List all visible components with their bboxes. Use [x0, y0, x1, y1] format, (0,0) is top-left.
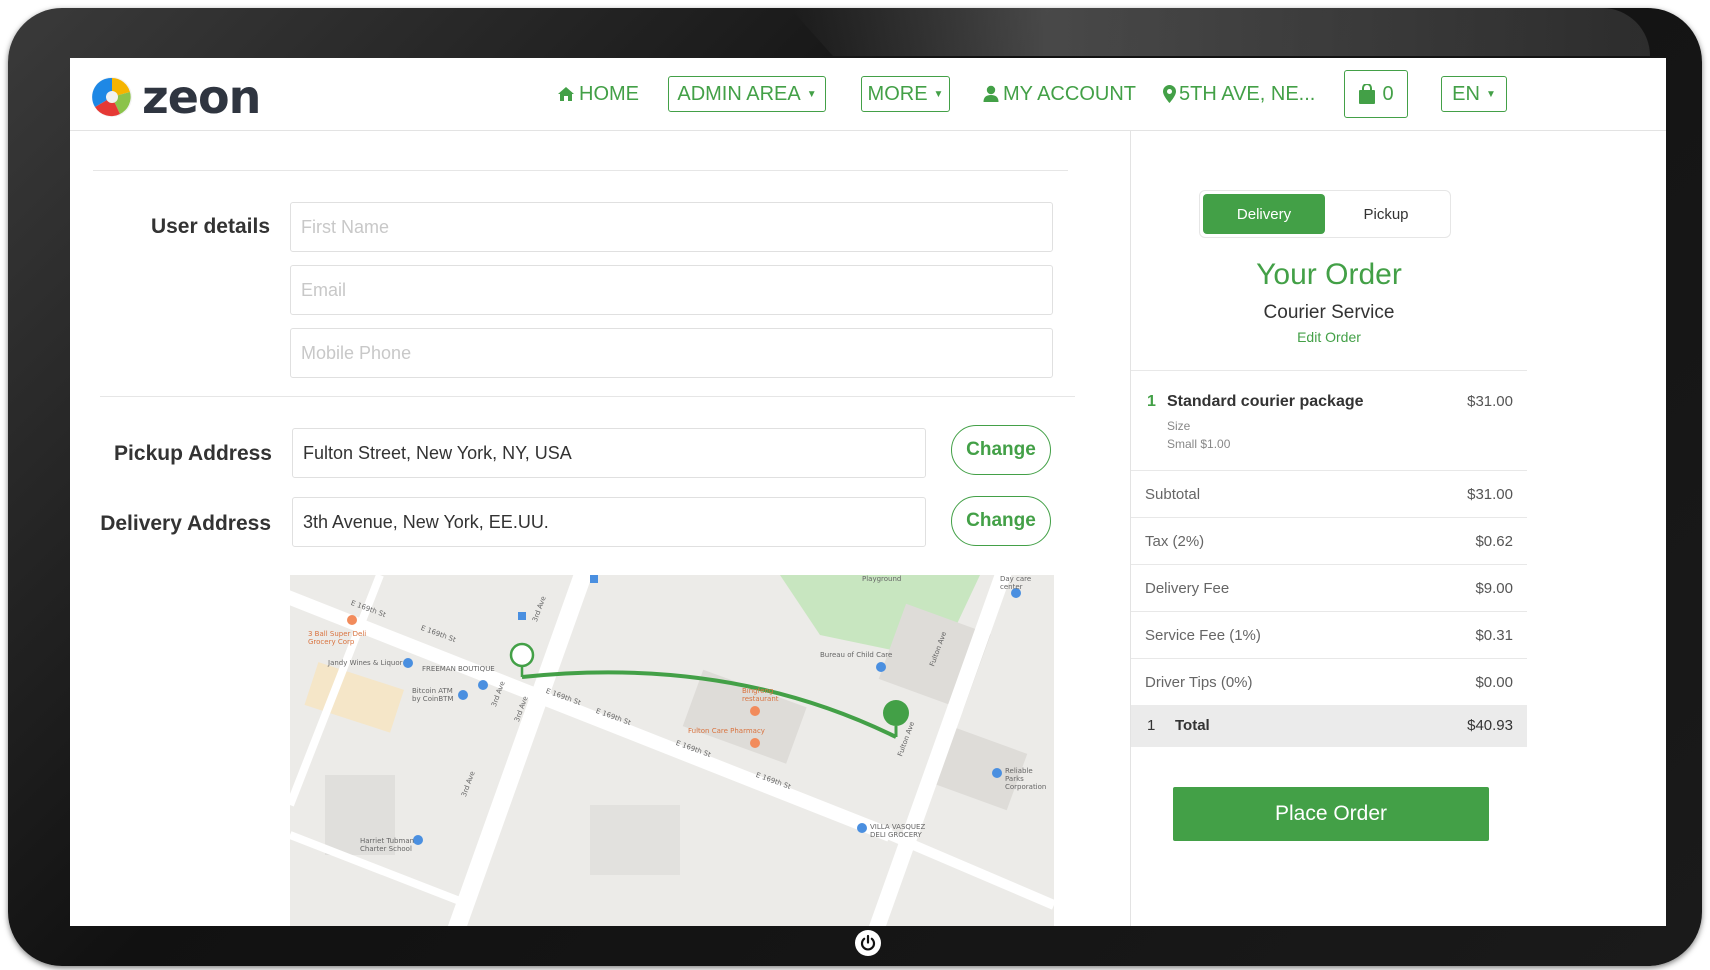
nav-location[interactable]: 5TH AVE, NE... [1163, 58, 1315, 130]
more-dropdown[interactable]: MORE ▼ [861, 76, 950, 112]
summary-value: $9.00 [1475, 580, 1513, 597]
summary-row-delivery-fee: Delivery Fee $9.00 [1131, 564, 1527, 611]
map-poi-label: 3 Ball Super Deli Grocery Corp [308, 630, 367, 646]
summary-row-total: 1 Total $40.93 [1131, 705, 1527, 747]
change-delivery-button[interactable]: Change [951, 496, 1051, 546]
delivery-address-label: Delivery Address [100, 512, 271, 535]
summary-row-service-fee: Service Fee (1%) $0.31 [1131, 611, 1527, 658]
route-map[interactable]: E 169th St E 169th St E 169th St E 169th… [290, 575, 1054, 926]
shopping-bag-icon [1359, 84, 1376, 104]
summary-label: Tax (2%) [1145, 533, 1205, 550]
order-title: Your Order [1256, 258, 1402, 291]
summary-value: $0.62 [1475, 533, 1513, 550]
map-poi-label: Reliable Parks Corporation [1005, 767, 1047, 791]
top-navbar: zeon HOME ADMIN AREA ▼ MORE ▼ MY ACCOUNT 5… [70, 58, 1666, 131]
fulfillment-toggle: Delivery Pickup [1199, 190, 1451, 238]
language-dropdown[interactable]: EN ▼ [1441, 76, 1507, 112]
user-icon [983, 85, 999, 102]
map-poi-label: Bingfeng restaurant [742, 687, 779, 703]
change-pickup-button[interactable]: Change [951, 425, 1051, 475]
summary-value: $0.00 [1475, 674, 1513, 691]
delivery-address-input[interactable] [292, 497, 926, 547]
service-name: Courier Service [1263, 302, 1395, 323]
brand-logo[interactable]: zeon [90, 70, 261, 124]
order-sidebar: Delivery Pickup Your Order Courier Servi… [1130, 130, 1666, 926]
place-order-button[interactable]: Place Order [1173, 787, 1489, 841]
admin-area-dropdown[interactable]: ADMIN AREA ▼ [668, 76, 826, 112]
nav-home-label: HOME [579, 82, 639, 105]
divider [100, 396, 1075, 397]
total-quantity: 1 [1147, 717, 1156, 734]
caret-down-icon: ▼ [933, 88, 944, 100]
summary-row-driver-tips: Driver Tips (0%) $0.00 [1131, 658, 1527, 705]
pickup-tab[interactable]: Pickup [1325, 194, 1447, 234]
map-poi-label: Bureau of Child Care [820, 651, 893, 659]
item-price: $31.00 [1467, 393, 1513, 410]
item-option-label: Size [1167, 419, 1191, 433]
pickup-address-label: Pickup Address [114, 442, 272, 465]
nav-home[interactable]: HOME [557, 58, 639, 130]
zeon-logo-icon [92, 77, 132, 117]
total-value: $40.93 [1467, 717, 1513, 734]
my-account-label: MY ACCOUNT [1003, 82, 1136, 105]
brand-name: zeon [142, 70, 261, 124]
home-icon [558, 87, 574, 101]
summary-label: Driver Tips (0%) [1145, 674, 1253, 691]
total-label: Total [1175, 717, 1210, 734]
map-poi-label: Jandy Wines & Liquor [328, 659, 403, 667]
item-option-value: Small $1.00 [1167, 437, 1231, 451]
more-label: MORE [867, 82, 928, 105]
summary-label: Subtotal [1145, 486, 1201, 503]
map-poi-label: Fulton Care Pharmacy [688, 727, 765, 735]
language-label: EN [1452, 82, 1480, 105]
map-canvas [290, 575, 1054, 926]
map-poi-label: Harriet Tubman Charter School [360, 837, 415, 853]
power-icon[interactable] [855, 930, 881, 956]
caret-down-icon: ▼ [1485, 88, 1496, 100]
caret-down-icon: ▼ [806, 88, 817, 100]
divider [93, 170, 1068, 171]
app-screen: zeon HOME ADMIN AREA ▼ MORE ▼ MY ACCOUNT 5… [70, 58, 1666, 926]
summary-label: Service Fee (1%) [1145, 627, 1261, 644]
summary-value: $0.31 [1475, 627, 1513, 644]
nav-my-account[interactable]: MY ACCOUNT [983, 58, 1136, 130]
summary-value: $31.00 [1467, 486, 1513, 503]
user-details-label: User details [150, 215, 270, 238]
order-item: 1 Standard courier package $31.00 Size S… [1131, 370, 1527, 471]
summary-label: Delivery Fee [1145, 580, 1230, 597]
admin-area-label: ADMIN AREA [677, 82, 801, 105]
pickup-address-input[interactable] [292, 428, 926, 478]
map-marker-icon [1163, 85, 1176, 103]
delivery-tab[interactable]: Delivery [1203, 194, 1325, 234]
edit-order-link[interactable]: Edit Order [1131, 329, 1527, 345]
map-poi-label: VILLA VASQUEZ DELI GROCERY [870, 823, 926, 839]
item-name: Standard courier package [1167, 393, 1364, 410]
delivery-marker-icon [883, 700, 909, 726]
summary-row-tax: Tax (2%) $0.62 [1131, 517, 1527, 564]
first-name-input[interactable] [290, 202, 1053, 252]
mobile-phone-input[interactable] [290, 328, 1053, 378]
pickup-marker-icon [509, 642, 535, 668]
map-poi-label: FREEMAN BOUTIQUE [422, 665, 495, 673]
bezel-reflection [790, 8, 1650, 56]
location-label: 5TH AVE, NE... [1179, 82, 1316, 105]
item-quantity: 1 [1147, 393, 1156, 410]
cart-button[interactable]: 0 [1344, 70, 1408, 118]
cart-count: 0 [1382, 82, 1394, 105]
map-poi-label: Playground [862, 575, 902, 583]
email-input[interactable] [290, 265, 1053, 315]
map-poi-label: Bitcoin ATM by CoinBTM [412, 687, 454, 703]
summary-row-subtotal: Subtotal $31.00 [1131, 470, 1527, 517]
map-poi-label: Day care center [1000, 575, 1032, 591]
